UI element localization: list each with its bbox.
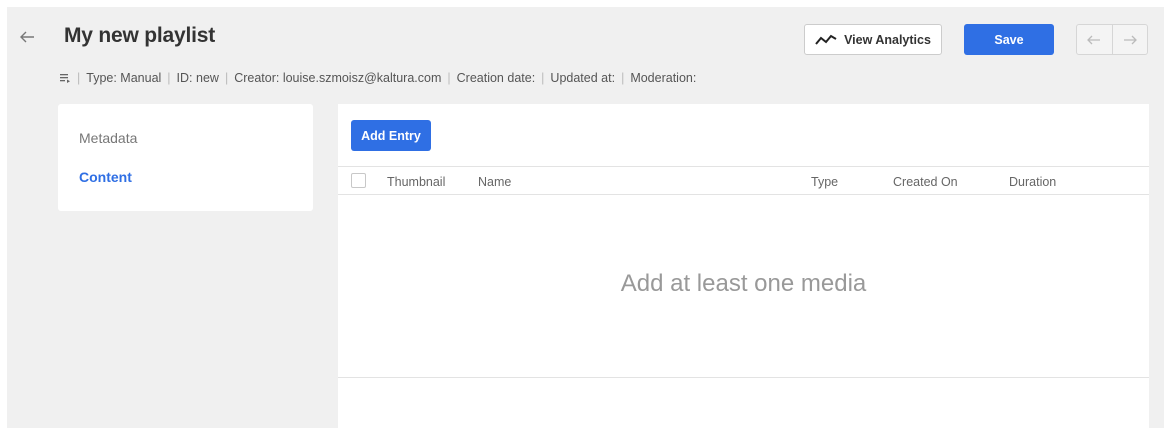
column-created-on[interactable]: Created On <box>893 175 958 189</box>
playlist-meta-line: | Type: Manual | ID: new | Creator: loui… <box>59 71 696 85</box>
meta-moderation: Moderation: <box>630 71 696 85</box>
column-name[interactable]: Name <box>478 175 511 189</box>
sidebar-item-metadata[interactable]: Metadata <box>79 130 137 146</box>
column-thumbnail[interactable]: Thumbnail <box>387 175 445 189</box>
empty-table-message: Add at least one media <box>338 270 1149 298</box>
sidebar: Metadata Content <box>58 104 313 211</box>
meta-creator: Creator: louise.szmoisz@kaltura.com <box>234 71 441 85</box>
add-entry-button[interactable]: Add Entry <box>351 120 431 151</box>
divider <box>338 377 1149 378</box>
column-duration[interactable]: Duration <box>1009 175 1056 189</box>
playlist-icon <box>59 72 71 84</box>
entry-navigation <box>1076 24 1148 55</box>
back-arrow-icon[interactable] <box>19 29 35 45</box>
content-panel: Add Entry Thumbnail Name Type Created On… <box>338 104 1149 434</box>
meta-id: ID: new <box>177 71 219 85</box>
select-all-checkbox[interactable] <box>351 173 366 188</box>
meta-creation-date: Creation date: <box>457 71 536 85</box>
arrow-left-icon <box>1087 34 1101 46</box>
meta-updated-at: Updated at: <box>550 71 615 85</box>
save-button[interactable]: Save <box>964 24 1054 55</box>
view-analytics-button[interactable]: View Analytics <box>804 24 942 55</box>
trend-line-icon <box>815 34 837 46</box>
column-type[interactable]: Type <box>811 175 838 189</box>
page: My new playlist | Type: Manual | ID: new… <box>7 7 1164 428</box>
next-button[interactable] <box>1113 25 1148 54</box>
sidebar-item-content[interactable]: Content <box>79 169 132 185</box>
previous-button[interactable] <box>1077 25 1113 54</box>
meta-type: Type: Manual <box>86 71 161 85</box>
view-analytics-label: View Analytics <box>844 33 931 47</box>
page-title: My new playlist <box>64 24 215 48</box>
arrow-right-icon <box>1123 34 1137 46</box>
table-header: Thumbnail Name Type Created On Duration <box>338 166 1149 195</box>
